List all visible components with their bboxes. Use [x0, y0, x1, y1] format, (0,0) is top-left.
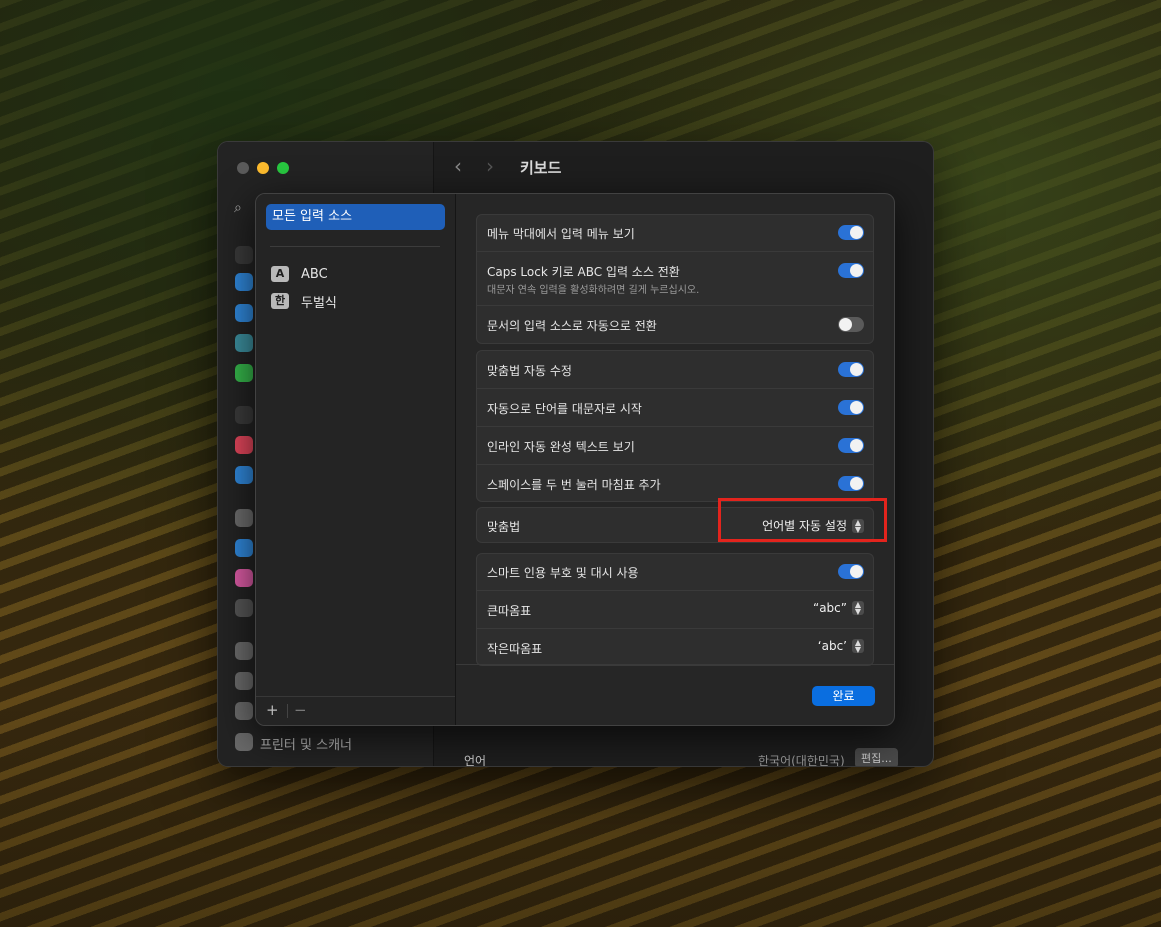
double-space-period-toggle[interactable]: [838, 476, 864, 491]
maximize-window-button[interactable]: [277, 162, 289, 174]
show-input-menu-toggle[interactable]: [838, 225, 864, 240]
setting-row: 큰따옴표 “abc” ▲ ▼: [477, 591, 873, 629]
popup-value: 언어별 자동 설정: [762, 519, 847, 533]
setting-row: 인라인 자동 완성 텍스트 보기: [477, 427, 873, 465]
smart-quotes-group: 스마트 인용 부호 및 대시 사용 큰따옴표 “abc” ▲ ▼ 작은따옴표 ‘a…: [476, 553, 874, 666]
sidebar-internet-accounts-icon[interactable]: [235, 539, 253, 557]
setting-label: 큰따옴표: [487, 604, 532, 618]
sidebar-screen-time-icon[interactable]: [235, 436, 253, 454]
setting-label: 문서의 입력 소스로 자동으로 전환: [487, 319, 657, 333]
text-correction-group: 맞춤법 자동 수정 자동으로 단어를 대문자로 시작 인라인 자동 완성 텍스트…: [476, 350, 874, 502]
abc-badge-icon: A: [271, 266, 289, 282]
source-label: ABC: [301, 266, 328, 282]
setting-sublabel: 대문자 연속 입력을 활성화하려면 길게 누르십시오.: [487, 285, 700, 296]
source-item-dubeolsik[interactable]: 한 두벌식: [271, 291, 337, 311]
search-icon[interactable]: ⌕: [234, 200, 242, 216]
spelling-group: 맞춤법 언어별 자동 설정 ▲ ▼: [476, 507, 874, 543]
setting-row: 스마트 인용 부호 및 대시 사용: [477, 554, 873, 591]
auto-correct-toggle[interactable]: [838, 362, 864, 377]
sidebar-control-center-icon[interactable]: [235, 334, 253, 352]
setting-label: 작은따옴표: [487, 642, 543, 656]
language-label: 언어: [464, 754, 487, 767]
up-down-chevron-icon: ▲ ▼: [852, 518, 864, 533]
sidebar-passwords-icon[interactable]: [235, 509, 253, 527]
sidebar-item-printers[interactable]: 프린터 및 스캐너: [260, 734, 352, 753]
setting-row: 자동으로 단어를 대문자로 시작: [477, 389, 873, 427]
source-label: 두벌식: [301, 295, 337, 311]
sidebar-mouse-icon[interactable]: [235, 672, 253, 690]
divider: [270, 246, 440, 247]
spelling-language-popup[interactable]: 언어별 자동 설정 ▲ ▼: [762, 517, 864, 534]
inline-predictive-toggle[interactable]: [838, 438, 864, 453]
sidebar-battery-icon[interactable]: [235, 364, 253, 382]
sidebar-lock-icon[interactable]: [235, 406, 253, 424]
popup-value: “abc”: [812, 601, 847, 615]
remove-source-button[interactable]: −: [294, 701, 307, 719]
divider: [456, 664, 894, 665]
input-menu-group: 메뉴 막대에서 입력 메뉴 보기 Caps Lock 키로 ABC 입력 소스 …: [476, 214, 874, 344]
sidebar-game-controllers-icon[interactable]: [235, 702, 253, 720]
setting-label: 맞춤법 자동 수정: [487, 364, 572, 378]
language-edit-button[interactable]: 편집...: [855, 748, 898, 766]
chevron-right-icon[interactable]: ›: [486, 154, 494, 178]
input-sources-sheet: 모든 입력 소스 A ABC 한 두벌식 + − 메뉴 막대에서 입력 메뉴 보…: [255, 193, 895, 726]
window-header: ‹ › 키보드: [434, 142, 933, 194]
page-title: 키보드: [520, 159, 562, 177]
popup-value: ‘abc’: [817, 639, 847, 653]
sidebar-accessibility-icon[interactable]: [235, 304, 253, 322]
chevron-left-icon[interactable]: ‹: [454, 154, 462, 178]
sidebar-appearance-icon[interactable]: [235, 273, 253, 291]
setting-label: 맞춤법: [487, 520, 521, 534]
sidebar-display-icon[interactable]: [235, 246, 253, 264]
setting-label: 스페이스를 두 번 눌러 마침표 추가: [487, 478, 661, 492]
source-item-abc[interactable]: A ABC: [271, 264, 328, 284]
caps-lock-switch-toggle[interactable]: [838, 263, 864, 278]
hangul-badge-icon: 한: [271, 293, 289, 309]
setting-label: 인라인 자동 완성 텍스트 보기: [487, 440, 635, 454]
add-source-button[interactable]: +: [266, 701, 279, 719]
setting-label: Caps Lock 키로 ABC 입력 소스 전환: [487, 265, 680, 279]
smart-quotes-toggle[interactable]: [838, 564, 864, 579]
up-down-chevron-icon: ▲ ▼: [852, 639, 864, 654]
setting-row: 문서의 입력 소스로 자동으로 전환: [477, 306, 873, 343]
sidebar-wallet-icon[interactable]: [235, 599, 253, 617]
language-value: 한국어(대한민국): [758, 754, 845, 767]
sidebar-printer-icon[interactable]: [235, 733, 253, 751]
setting-label: 스마트 인용 부호 및 대시 사용: [487, 566, 639, 580]
setting-row: 맞춤법 자동 수정: [477, 351, 873, 389]
single-quotes-popup[interactable]: ‘abc’ ▲ ▼: [817, 639, 864, 654]
auto-switch-document-toggle[interactable]: [838, 317, 864, 332]
setting-row: 스페이스를 두 번 눌러 마침표 추가: [477, 465, 873, 501]
sidebar-users-icon[interactable]: [235, 466, 253, 484]
sidebar-game-center-icon[interactable]: [235, 569, 253, 587]
setting-row: 메뉴 막대에서 입력 메뉴 보기: [477, 215, 873, 252]
divider: [287, 704, 288, 718]
up-down-chevron-icon: ▲ ▼: [852, 601, 864, 616]
setting-label: 자동으로 단어를 대문자로 시작: [487, 402, 642, 416]
sidebar-keyboard-icon[interactable]: [235, 642, 253, 660]
close-window-button[interactable]: [237, 162, 249, 174]
setting-row: 맞춤법 언어별 자동 설정 ▲ ▼: [477, 508, 873, 542]
setting-label: 메뉴 막대에서 입력 메뉴 보기: [487, 227, 635, 241]
done-button[interactable]: 완료: [812, 686, 875, 706]
setting-row: Caps Lock 키로 ABC 입력 소스 전환 대문자 연속 입력을 활성화…: [477, 252, 873, 306]
auto-capitalize-toggle[interactable]: [838, 400, 864, 415]
input-sources-list: 모든 입력 소스 A ABC 한 두벌식 + −: [256, 194, 456, 725]
source-item-all[interactable]: 모든 입력 소스: [266, 204, 445, 230]
setting-row: 작은따옴표 ‘abc’ ▲ ▼: [477, 629, 873, 665]
input-source-options: 메뉴 막대에서 입력 메뉴 보기 Caps Lock 키로 ABC 입력 소스 …: [456, 194, 894, 725]
list-footer: + −: [256, 696, 455, 725]
double-quotes-popup[interactable]: “abc” ▲ ▼: [812, 601, 864, 616]
minimize-window-button[interactable]: [257, 162, 269, 174]
